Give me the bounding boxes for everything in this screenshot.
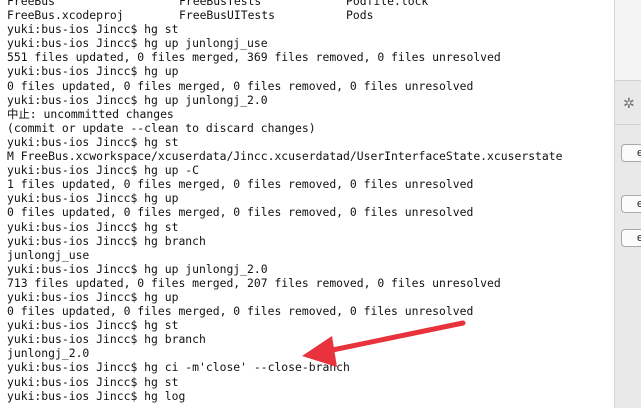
red-arrow-icon <box>302 320 466 367</box>
screenshot: FreeBus FreeBusTests Podfile.lock FreeBus.… <box>0 0 641 408</box>
arrow-shaft <box>315 320 466 356</box>
annotation-arrow-icon <box>302 320 466 367</box>
arrow-head <box>302 336 337 367</box>
